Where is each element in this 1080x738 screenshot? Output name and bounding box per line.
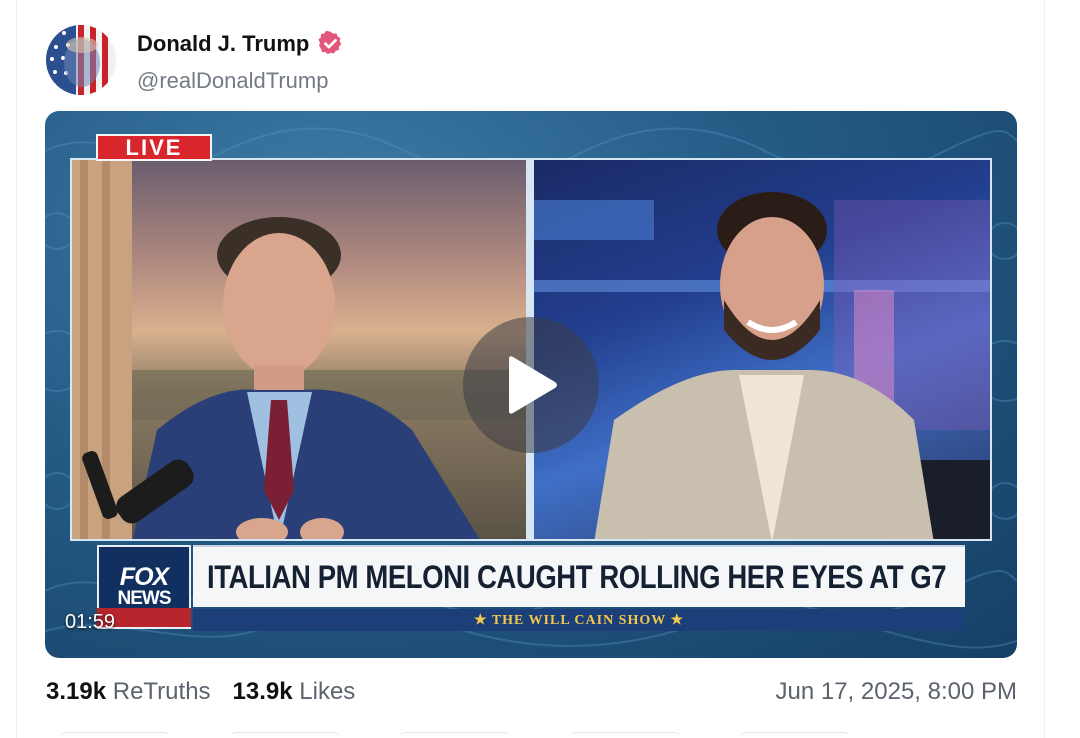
show-name-bar: ★ THE WILL CAIN SHOW ★ (193, 609, 965, 631)
retruths-stat[interactable]: 3.19k ReTruths (46, 678, 211, 706)
action-hint-3 (400, 732, 510, 738)
news-lower-third: FOX NEWS ITALIAN PM MELONI CAUGHT ROLLIN… (97, 541, 965, 633)
play-button[interactable] (463, 317, 599, 453)
show-name: ★ THE WILL CAIN SHOW ★ (473, 612, 685, 628)
likes-label: Likes (299, 678, 356, 705)
action-hint-4 (570, 732, 680, 738)
retruths-label: ReTruths (112, 678, 211, 705)
author-avatar[interactable] (46, 25, 116, 95)
news-headline: ITALIAN PM MELONI CAUGHT ROLLING HER EYE… (207, 558, 947, 595)
fox-logo-top-text: FOX (119, 563, 169, 591)
author-display-name[interactable]: Donald J. Trump (137, 31, 309, 57)
guest-scene-illustration (534, 192, 990, 539)
video-left-panel (70, 158, 528, 541)
likes-stat[interactable]: 13.9k Likes (233, 678, 356, 706)
post-timestamp[interactable]: Jun 17, 2025, 8:00 PM (776, 678, 1018, 706)
video-player[interactable]: LIVE FOX NEWS ITALIAN PM MELONI CAUGHT R… (45, 111, 1017, 658)
flag-portrait-avatar-icon (46, 25, 116, 95)
headline-bar: ITALIAN PM MELONI CAUGHT ROLLING HER EYE… (193, 545, 965, 607)
action-hint-5 (740, 732, 850, 738)
author-name-row: Donald J. Trump (137, 30, 344, 57)
action-hint-2 (230, 732, 340, 738)
action-bar-hint (60, 732, 960, 738)
likes-count: 13.9k (232, 678, 293, 705)
action-hint-1 (60, 732, 170, 738)
video-right-panel (532, 158, 992, 541)
play-icon (509, 356, 557, 414)
retruths-count: 3.19k (46, 678, 107, 705)
video-duration: 01:59 (65, 611, 116, 633)
post-stats: 3.19k ReTruths 13.9k Likes (46, 678, 355, 706)
verified-badge-icon (318, 30, 342, 55)
fox-logo-bottom-text: NEWS (117, 588, 172, 609)
host-scene-illustration (72, 160, 528, 539)
live-badge: LIVE (96, 134, 212, 161)
author-handle[interactable]: @realDonaldTrump (137, 68, 328, 94)
